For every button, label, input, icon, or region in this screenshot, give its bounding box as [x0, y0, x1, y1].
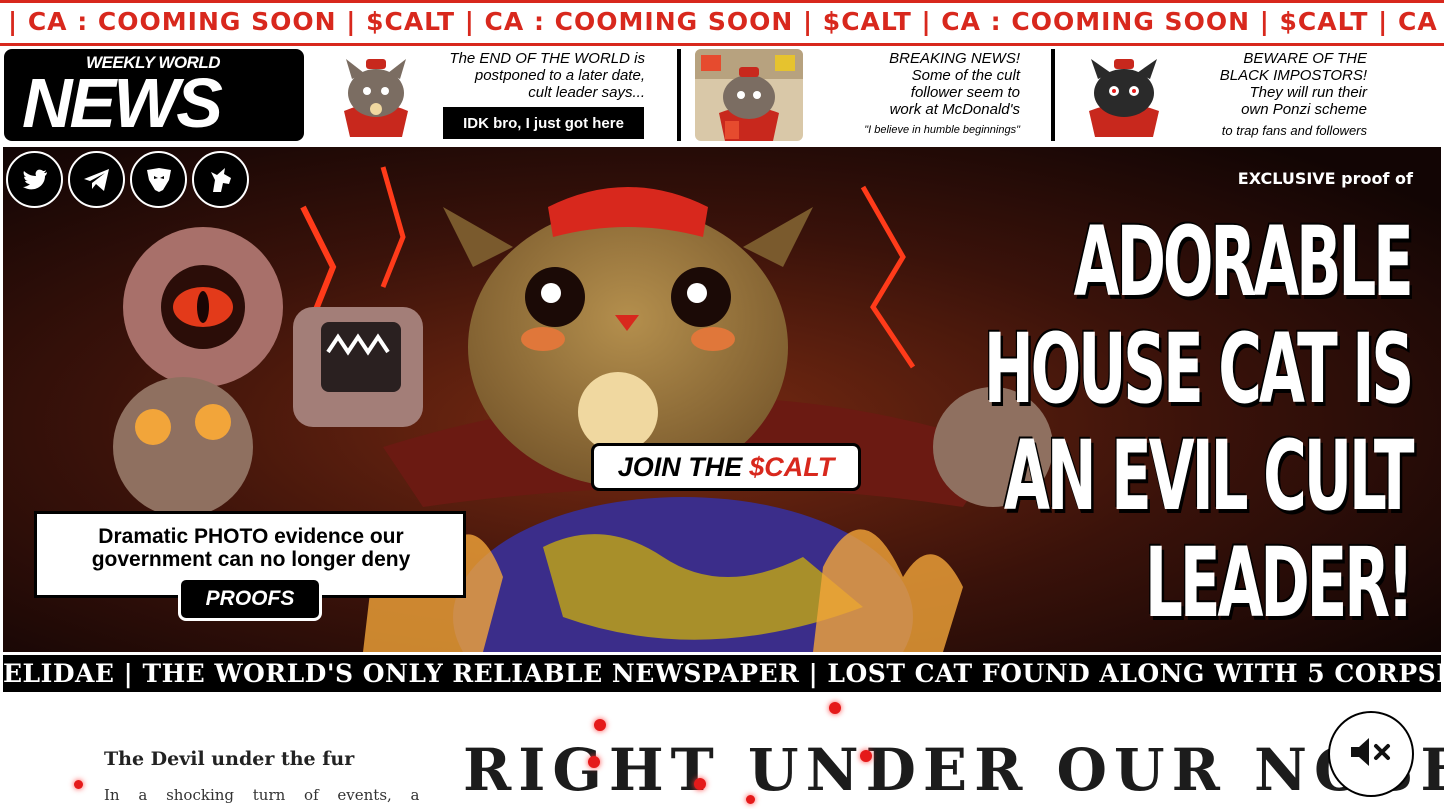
headline-line-1: ADORABLE — [1073, 206, 1414, 318]
red-particle — [829, 702, 841, 714]
headline-line-4: LEADER! — [1145, 527, 1414, 639]
top-ticker-text: | CA : COOMING SOON | $CALT | CA : COOMI… — [8, 7, 1444, 36]
top-ticker: | CA : COOMING SOON | $CALT | CA : COOMI… — [0, 0, 1444, 46]
mcdonalds-cat-thumbnail[interactable] — [695, 49, 803, 141]
black-impostor-thumbnail[interactable] — [1073, 49, 1175, 141]
telegram-icon[interactable] — [68, 151, 125, 208]
article-main-title: RIGHT UNDER OUR NOSE — [463, 736, 1444, 804]
teaser-line: own Ponzi scheme — [1241, 101, 1367, 118]
news-ticker: ELIDAE | THE WORLD'S ONLY RELIABLE NEWSP… — [3, 652, 1441, 692]
red-particle — [694, 778, 706, 790]
unicorn-icon[interactable] — [192, 151, 249, 208]
red-particle — [588, 756, 600, 768]
teaser-line: BREAKING NEWS! — [889, 50, 1020, 67]
teaser-black-impostors[interactable]: BEWARE OF THE BLACK IMPOSTORS! They will… — [1170, 50, 1367, 139]
teaser-line: They will run their — [1249, 84, 1367, 101]
teaser-line: work at McDonald's — [889, 101, 1020, 118]
eagle-icon[interactable] — [130, 151, 187, 208]
evidence-text: Dramatic PHOTO evidence our government c… — [91, 525, 411, 571]
speaker-muted-icon — [1348, 735, 1394, 774]
idk-bro-button[interactable]: IDK bro, I just got here — [443, 107, 644, 139]
headline-line-2: HOUSE CAT IS — [983, 313, 1414, 425]
red-particle — [746, 795, 755, 804]
article-body: In a shocking turn of events, a — [104, 786, 420, 804]
headline-kicker: EXCLUSIVE proof of — [1237, 169, 1413, 188]
teaser-line: The END OF THE WORLD is — [449, 50, 645, 67]
proofs-button[interactable]: PROOFS — [178, 577, 322, 621]
red-particle — [74, 780, 83, 789]
article-subtitle: The Devil under the fur — [104, 748, 355, 770]
divider — [677, 49, 681, 141]
join-ticker: $CALT — [749, 451, 835, 482]
join-calt-button[interactable]: JOIN THE $CALT — [591, 443, 861, 491]
article-section: The Devil under the fur In a shocking tu… — [0, 692, 1444, 809]
teaser-breaking-news[interactable]: BREAKING NEWS! Some of the cult follower… — [820, 50, 1020, 139]
teaser-line: BEWARE OF THE — [1243, 50, 1367, 67]
join-prefix: JOIN THE — [617, 451, 743, 482]
teaser-quote: "I believe in humble beginnings" — [864, 124, 1020, 136]
red-particle — [594, 719, 606, 731]
red-particle — [860, 750, 872, 762]
teaser-end-of-world[interactable]: The END OF THE WORLD is postponed to a l… — [440, 50, 645, 101]
mute-button[interactable] — [1328, 711, 1414, 797]
teaser-line: BLACK IMPOSTORS! — [1219, 67, 1367, 84]
cult-cat-thumbnail[interactable] — [330, 49, 422, 141]
news-ticker-text: ELIDAE | THE WORLD'S ONLY RELIABLE NEWSP… — [3, 659, 1441, 688]
teaser-line: follower seem to — [910, 84, 1020, 101]
twitter-icon[interactable] — [6, 151, 63, 208]
teaser-line: to trap fans and followers — [1221, 123, 1367, 138]
headline-line-3: AN EVIL CULT — [1003, 420, 1414, 532]
teaser-line: Some of the cult — [911, 67, 1020, 84]
hero-banner: EXCLUSIVE proof of ADORABLE HOUSE CAT IS… — [3, 147, 1441, 652]
site-logo[interactable]: WEEKLY WORLD NEWS — [4, 49, 304, 142]
divider — [1051, 49, 1055, 141]
logo-news-text: NEWS — [22, 64, 223, 142]
header-strip: WEEKLY WORLD NEWS The END OF THE WORLD i… — [0, 46, 1444, 147]
teaser-line: postponed to a later date, — [474, 67, 645, 84]
teaser-line: cult leader says... — [528, 84, 645, 101]
